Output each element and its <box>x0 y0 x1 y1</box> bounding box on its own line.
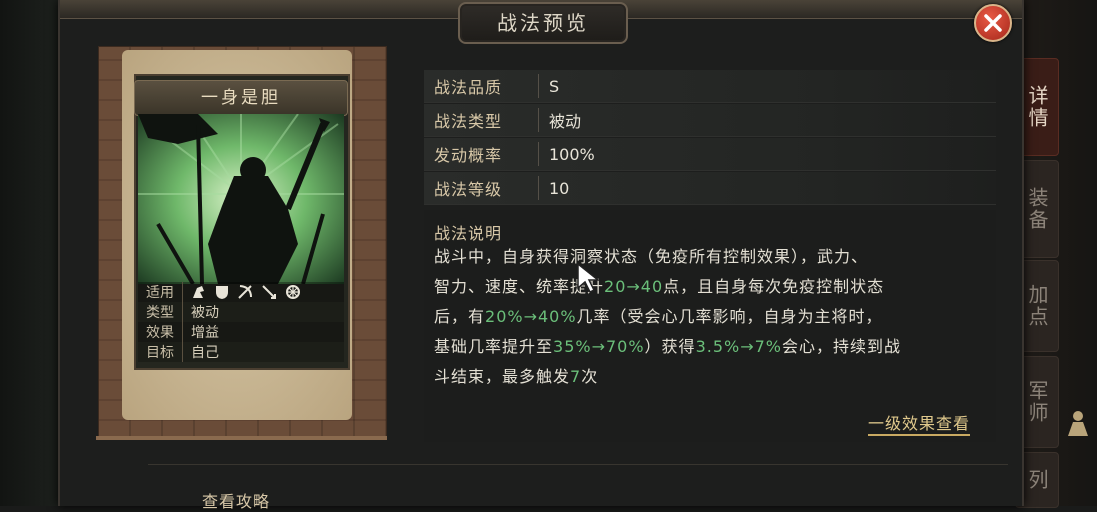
attr-row-effect: 效果 增益 <box>138 322 344 342</box>
view-guide-link[interactable]: 查看攻略 <box>202 488 270 512</box>
cavalry-icon <box>193 286 204 298</box>
attr-value: 被动 <box>191 305 219 321</box>
attr-row-type: 类型 被动 <box>138 302 344 322</box>
skill-card-name: 一身是胆 <box>201 88 281 108</box>
description-segment: 几率（受会心几率影响，自身为主将时， <box>576 307 883 326</box>
skill-description-box: 战法说明 战斗中，自身获得洞察状态（免疫所有控制效果），武力、 智力、速度、统率… <box>424 210 996 442</box>
description-segment: 点，且自身每次免疫控制状态 <box>663 277 885 296</box>
window-title: 战法预览 <box>497 11 589 35</box>
highlight-value: 7 <box>570 367 582 386</box>
description-title: 战法说明 <box>434 224 503 243</box>
unit-type-icons <box>183 284 301 300</box>
divider <box>148 464 1008 465</box>
attr-value: 自己 <box>191 345 219 361</box>
title-tab: 战法预览 <box>458 2 628 44</box>
highlight-value: 20%→40% <box>485 307 577 326</box>
info-row-type: 战法类型 被动 <box>424 104 996 137</box>
shield-icon <box>216 286 228 299</box>
description-line: 战斗中，自身获得洞察状态（免疫所有控制效果），武力、 <box>434 242 994 272</box>
level-one-effect-link[interactable]: 一级效果查看 <box>868 410 971 436</box>
attr-key: 目标 <box>138 342 183 362</box>
pointer-cursor-icon <box>577 262 601 294</box>
skill-info-table: 战法品质 S 战法类型 被动 发动概率 100% 战法等级 10 <box>424 70 996 206</box>
attr-row-applicable: 适用 <box>138 282 344 302</box>
highlight-value: 20→40 <box>604 277 664 296</box>
skill-card-art <box>138 114 344 284</box>
info-key: 发动概率 <box>424 142 539 166</box>
skill-attributes: 适用 类型 被动 效果 增益 目标 自己 <box>138 282 344 362</box>
description-segment: 后，有 <box>434 307 486 326</box>
description-line: 基础几率提升至35%→70%）获得3.5%→7%会心，持续到战 <box>434 332 994 362</box>
bow-icon <box>238 285 252 299</box>
description-segment: 战斗中，自身获得洞察状态（免疫所有控制效果），武力、 <box>434 247 869 266</box>
info-value: S <box>549 76 560 96</box>
highlight-value: 35%→70% <box>553 337 645 356</box>
info-value: 被动 <box>549 112 582 131</box>
info-key: 战法等级 <box>424 176 539 200</box>
skill-preview-panel: 战法预览 一身是胆 适用 类型 被动 效果 增益 目标 自己 战法品质 S 战法… <box>58 0 1024 511</box>
info-key: 战法品质 <box>424 74 539 98</box>
attr-key: 适用 <box>138 282 183 302</box>
info-key: 战法类型 <box>424 108 539 132</box>
description-segment: 基础几率提升至 <box>434 337 554 356</box>
highlight-value: 3.5%→7% <box>695 337 782 356</box>
close-button[interactable] <box>974 4 1012 42</box>
description-segment: 斗结束，最多触发 <box>434 367 571 386</box>
description-segment: 会心，持续到战 <box>782 337 902 356</box>
description-line: 智力、速度、统率提升20→40点，且自身每次免疫控制状态 <box>434 272 994 302</box>
attr-key: 类型 <box>138 302 183 322</box>
description-line: 斗结束，最多触发7次 <box>434 362 994 392</box>
description-line: 后，有20%→40%几率（受会心几率影响，自身为主将时， <box>434 302 994 332</box>
spear-icon <box>262 285 276 299</box>
soldier-icon <box>1068 411 1088 436</box>
info-row-level: 战法等级 10 <box>424 172 996 205</box>
description-text: 战斗中，自身获得洞察状态（免疫所有控制效果），武力、 智力、速度、统率提升20→… <box>434 242 994 392</box>
attr-value: 增益 <box>191 325 219 341</box>
scroll-bottom-rod <box>96 436 387 440</box>
wheel-icon <box>286 285 300 299</box>
info-value: 10 <box>549 178 570 198</box>
attr-key: 效果 <box>138 322 183 342</box>
description-segment: 次 <box>581 367 599 386</box>
info-row-quality: 战法品质 S <box>424 70 996 103</box>
info-row-probability: 发动概率 100% <box>424 138 996 171</box>
info-value: 100% <box>549 144 595 164</box>
attr-row-target: 目标 自己 <box>138 342 344 362</box>
close-icon <box>984 14 1002 32</box>
skill-card-name-bar: 一身是胆 <box>134 80 348 116</box>
description-segment: ）获得 <box>644 337 696 356</box>
